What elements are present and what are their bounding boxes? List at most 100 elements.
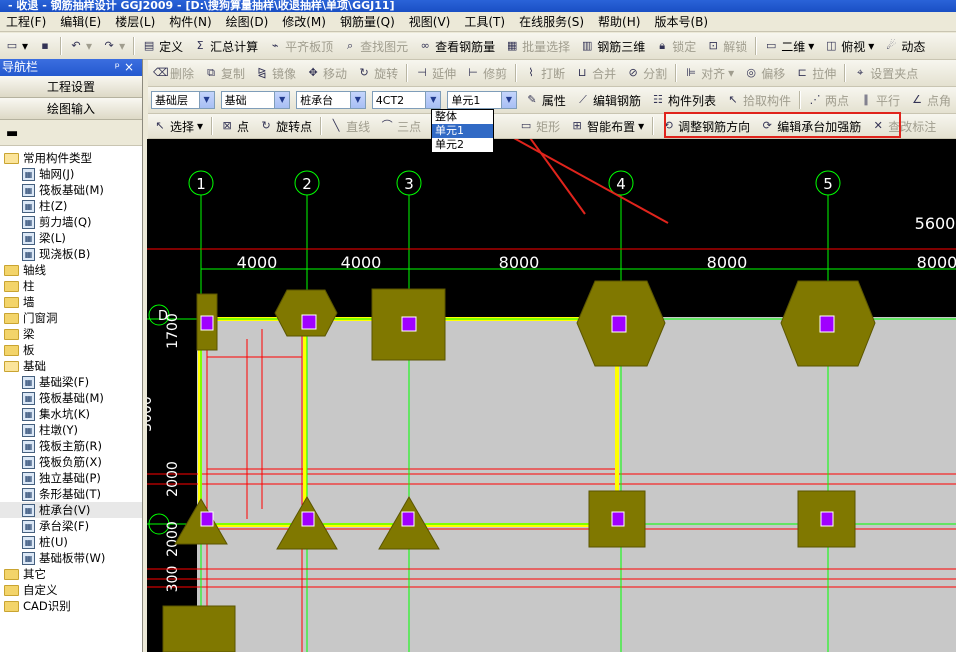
unit-option-2[interactable]: 单元2: [432, 138, 493, 152]
view-mode-select[interactable]: ▭ 二维 ▾: [759, 35, 819, 57]
tree-folder[interactable]: 常用构件类型: [0, 150, 142, 166]
split-button[interactable]: ⊘ 分割: [621, 62, 672, 84]
tree-item[interactable]: ▦ 筏板基础(M): [0, 182, 142, 198]
view-rebar-button[interactable]: ∞ 查看钢筋量: [413, 35, 500, 57]
select-tool[interactable]: ↖ 选择 ▾: [148, 115, 208, 137]
menu-project[interactable]: 工程(F): [0, 13, 54, 30]
mirror-button[interactable]: ⧎ 镜像: [250, 62, 301, 84]
align-button[interactable]: ⊫ 对齐 ▾: [679, 62, 739, 84]
tree-item[interactable]: ▦ 承台梁(F): [0, 518, 142, 534]
open-button[interactable]: ▭ ▾: [0, 35, 33, 57]
tree-item[interactable]: ▦ 条形基础(T): [0, 486, 142, 502]
tree-folder[interactable]: CAD识别: [0, 598, 142, 614]
lock-button[interactable]: 🔒︎ 锁定: [650, 35, 701, 57]
collapse-icon[interactable]: ▬: [6, 126, 18, 141]
find-element-button[interactable]: ⌕ 查找图元: [338, 35, 413, 57]
tree-folder[interactable]: 墙: [0, 294, 142, 310]
tree-folder[interactable]: 基础: [0, 358, 142, 374]
rotate-button[interactable]: ↻ 旋转: [352, 62, 403, 84]
name-select[interactable]: 4CT2 ▼: [371, 91, 442, 109]
smart-layout-button[interactable]: ⊞ 智能布置 ▾: [565, 115, 649, 137]
view-direction-select[interactable]: ◫ 俯视 ▾: [819, 35, 879, 57]
menu-version[interactable]: 版本号(B): [648, 13, 716, 30]
tree-folder[interactable]: 轴线: [0, 262, 142, 278]
element-list-button[interactable]: ☷ 构件列表: [646, 89, 721, 111]
rotate-point-tool[interactable]: ↻ 旋转点: [254, 115, 317, 137]
batch-select-button[interactable]: ▦ 批量选择: [500, 35, 575, 57]
trim-button[interactable]: ⊢ 修剪: [461, 62, 512, 84]
two-points-button[interactable]: ⋰ 两点: [803, 89, 854, 111]
tree-label: 筏板负筋(X): [39, 455, 102, 469]
save-button[interactable]: ▪: [33, 35, 57, 57]
tree-item[interactable]: ▦ 剪力墙(Q): [0, 214, 142, 230]
tree-item[interactable]: ▦ 桩(U): [0, 534, 142, 550]
dynamic-observe-button[interactable]: ☄ 动态: [879, 35, 930, 57]
drawing-canvas[interactable]: 1 2 3 4 5 D 4000 4000 8000 8000 8000 560…: [147, 139, 956, 652]
rebar-3d-button[interactable]: ▥ 钢筋三维: [575, 35, 650, 57]
line-tool[interactable]: ╲ 直线: [324, 115, 375, 137]
pin-icon[interactable]: ᵖ: [115, 60, 124, 74]
category-select[interactable]: 基础 ▼: [220, 91, 291, 109]
menu-help[interactable]: 帮助(H): [592, 13, 648, 30]
pick-element-button[interactable]: ↖ 拾取构件: [721, 89, 796, 111]
tree-item[interactable]: ▦ 柱(Z): [0, 198, 142, 214]
project-settings-button[interactable]: 工程设置: [0, 76, 142, 98]
type-select[interactable]: 桩承台 ▼: [296, 91, 366, 109]
redo-button[interactable]: ↷ ▾: [97, 35, 130, 57]
undo-button[interactable]: ↶ ▾: [64, 35, 97, 57]
parallel-button[interactable]: ∥ 平行: [854, 89, 905, 111]
menu-edit[interactable]: 编辑(E): [54, 13, 109, 30]
floor-select[interactable]: 基础层 ▼: [151, 91, 215, 109]
menu-element[interactable]: 构件(N): [163, 13, 219, 30]
tree-item[interactable]: ▦ 独立基础(P): [0, 470, 142, 486]
copy-button[interactable]: ⧉ 复制: [199, 62, 250, 84]
menu-draw[interactable]: 绘图(D): [220, 13, 277, 30]
break-button[interactable]: ⌇ 打断: [519, 62, 570, 84]
menu-rebar-qty[interactable]: 钢筋量(Q): [334, 13, 403, 30]
tree-folder[interactable]: 板: [0, 342, 142, 358]
three-point-arc-tool[interactable]: ⌒ 三点: [375, 115, 426, 137]
tree-item[interactable]: ▦ 基础梁(F): [0, 374, 142, 390]
close-icon[interactable]: ×: [124, 60, 138, 74]
delete-button[interactable]: ⌫ 删除: [148, 62, 199, 84]
flush-slab-button[interactable]: ⌁ 平齐板顶: [263, 35, 338, 57]
tree-folder[interactable]: 柱: [0, 278, 142, 294]
tree-item[interactable]: ▦ 基础板带(W): [0, 550, 142, 566]
menu-online[interactable]: 在线服务(S): [513, 13, 592, 30]
unit-option-1[interactable]: 单元1: [432, 124, 493, 138]
rect-tool[interactable]: ▭ 矩形: [514, 115, 565, 137]
tree-folder[interactable]: 梁: [0, 326, 142, 342]
edit-rebar-button[interactable]: ⟋ 编辑钢筋: [571, 89, 646, 111]
move-button[interactable]: ✥ 移动: [301, 62, 352, 84]
stretch-button[interactable]: ⊏ 拉伸: [790, 62, 841, 84]
draw-input-button[interactable]: 绘图输入: [0, 98, 142, 120]
menu-tools[interactable]: 工具(T): [458, 13, 513, 30]
unlock-button[interactable]: ⊡ 解锁: [701, 35, 752, 57]
property-button[interactable]: ✎ 属性: [520, 89, 571, 111]
set-pivot-button[interactable]: ⌖ 设置夹点: [848, 62, 923, 84]
tree-item[interactable]: ▦ 柱墩(Y): [0, 422, 142, 438]
menu-floor[interactable]: 楼层(L): [109, 13, 163, 30]
tree-item[interactable]: ▦ 筏板负筋(X): [0, 454, 142, 470]
tree-item[interactable]: ▦ 轴网(J): [0, 166, 142, 182]
point-tool[interactable]: ⊠ 点: [215, 115, 254, 137]
tree-item[interactable]: ▦ 筏板基础(M): [0, 390, 142, 406]
tree-item[interactable]: ▦ 集水坑(K): [0, 406, 142, 422]
offset-button[interactable]: ◎ 偏移: [739, 62, 790, 84]
define-button[interactable]: ▤ 定义: [137, 35, 188, 57]
tree-folder[interactable]: 门窗洞: [0, 310, 142, 326]
tree-item[interactable]: ▦ 筏板主筋(R): [0, 438, 142, 454]
unit-option-whole[interactable]: 整体: [432, 110, 493, 124]
tree-folder[interactable]: 自定义: [0, 582, 142, 598]
tree-item[interactable]: ▦ 桩承台(V): [0, 502, 142, 518]
menu-modify[interactable]: 修改(M): [276, 13, 334, 30]
tree-folder[interactable]: 其它: [0, 566, 142, 582]
tree-item[interactable]: ▦ 现浇板(B): [0, 246, 142, 262]
merge-button[interactable]: ⊔ 合并: [570, 62, 621, 84]
unit-select[interactable]: 单元1 ▼: [447, 91, 517, 109]
tree-item[interactable]: ▦ 梁(L): [0, 230, 142, 246]
sum-calc-button[interactable]: Σ 汇总计算: [188, 35, 263, 57]
menu-view[interactable]: 视图(V): [403, 13, 459, 30]
extend-button[interactable]: ⊣ 延伸: [410, 62, 461, 84]
point-angle-button[interactable]: ∠ 点角: [905, 89, 956, 111]
